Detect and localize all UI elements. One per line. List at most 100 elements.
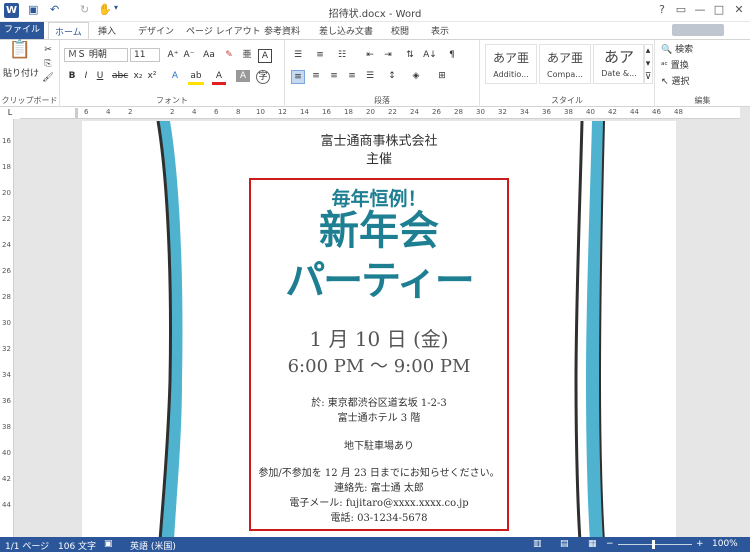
ruler-tick: 44 (2, 501, 11, 509)
left-margin-marker (75, 108, 78, 118)
close-button[interactable]: ✕ (729, 0, 749, 20)
zoom-level[interactable]: 100% (712, 539, 738, 549)
ruler-tick: 48 (674, 108, 683, 116)
tab-file[interactable]: ファイル (0, 22, 44, 39)
tab-mailings[interactable]: 差し込み文書 (319, 24, 373, 37)
ruler-tick: 18 (2, 163, 11, 171)
multilevel-list-icon[interactable]: ☷ (335, 49, 349, 61)
distributed-icon[interactable]: ☰ (363, 70, 377, 82)
text-direction-icon[interactable]: ⇅ (403, 49, 417, 61)
font-group-label: フォント (156, 96, 188, 105)
tab-design[interactable]: デザイン (138, 24, 174, 37)
ribbon-display-icon[interactable]: ▭ (672, 0, 690, 20)
zoom-in-icon[interactable]: + (696, 539, 704, 549)
ruler-tick: 8 (236, 108, 241, 116)
borders-icon[interactable]: ⊞ (435, 70, 449, 82)
style-date[interactable]: あア Date &... (593, 44, 645, 84)
character-shading-icon[interactable]: A (236, 70, 250, 82)
tab-selector-icon[interactable]: L (0, 107, 20, 119)
ruler-tick: 14 (300, 108, 309, 116)
justify-icon[interactable]: ≡ (345, 70, 359, 82)
language-indicator[interactable]: 英語 (米国) (130, 539, 176, 552)
contact-person: 連絡先: 富士通 太郎 (334, 483, 424, 494)
style-additional[interactable]: あア亜 Additio... (485, 44, 537, 84)
strikethrough-icon[interactable]: abc (112, 70, 128, 82)
ruler-tick: 18 (344, 108, 353, 116)
user-account[interactable] (672, 24, 724, 36)
zoom-slider[interactable] (618, 544, 692, 545)
replace-button[interactable]: ᵃᶜ 置換 (661, 60, 711, 72)
text-effects-icon[interactable]: A (168, 70, 182, 82)
find-icon: 🔍 (661, 45, 673, 55)
select-icon: ↖ (661, 77, 669, 87)
zoom-out-icon[interactable]: − (606, 539, 614, 549)
font-size-combo[interactable]: 11 (130, 48, 160, 62)
character-border-icon[interactable]: A (258, 49, 272, 63)
help-icon[interactable]: ? (653, 0, 671, 20)
tab-view[interactable]: 表示 (431, 24, 449, 37)
style-company[interactable]: あア亜 Compa... (539, 44, 591, 84)
document-area[interactable]: L 6 4 2 2 4 6 8 10 12 14 16 18 20 22 24 … (0, 107, 750, 537)
change-case-icon[interactable]: Aa (200, 49, 218, 61)
grow-font-icon[interactable]: A⁺ (166, 49, 180, 61)
read-mode-icon[interactable]: ▥ (533, 539, 542, 549)
bold-icon[interactable]: B (66, 70, 78, 82)
show-marks-icon[interactable]: ¶ (445, 49, 459, 61)
zoom-slider-thumb[interactable] (652, 540, 655, 549)
sort-icon[interactable]: A↓ (423, 49, 437, 61)
highlight-color-icon[interactable]: ab (188, 70, 204, 85)
tab-layout[interactable]: ページ レイアウト (186, 24, 261, 37)
bullets-icon[interactable]: ☰ (291, 49, 305, 61)
page-count[interactable]: 1/1 ページ (5, 539, 49, 552)
paste-button[interactable]: 貼り付け (2, 68, 40, 80)
italic-icon[interactable]: I (80, 70, 92, 82)
ruler-tick: 44 (630, 108, 639, 116)
numbering-icon[interactable]: ≡ (313, 49, 327, 61)
minimize-button[interactable]: — (691, 0, 709, 20)
print-layout-icon[interactable]: ▤ (560, 539, 569, 549)
underline-icon[interactable]: U (94, 70, 106, 82)
tab-review[interactable]: 校閲 (391, 24, 409, 37)
phonetic-guide-icon[interactable]: 亜 (240, 49, 254, 61)
ruler-tick: 22 (388, 108, 397, 116)
editing-group-label: 編集 (694, 96, 711, 105)
maximize-button[interactable]: □ (710, 0, 728, 20)
word-count[interactable]: 106 文字 (58, 539, 96, 552)
format-painter-icon[interactable]: 🖌 (42, 72, 54, 84)
font-name-combo[interactable]: ＭＳ 明朝 (64, 48, 128, 62)
align-center-icon[interactable]: ≡ (309, 70, 323, 82)
ruler-tick: 32 (2, 345, 11, 353)
find-button[interactable]: 🔍 検索 (661, 44, 711, 56)
subscript-icon[interactable]: x₂ (132, 70, 144, 82)
replace-icon: ᵃᶜ (661, 61, 668, 71)
venue-address: 於: 東京都渋谷区道玄坂 1-2-3 (311, 398, 447, 409)
paste-icon[interactable]: 📋 (6, 41, 34, 66)
ruler-tick: 2 (170, 108, 175, 116)
headline-new-year: 新年会 (319, 207, 439, 254)
vertical-ruler[interactable]: 16 18 20 22 24 26 28 30 32 34 36 38 40 4… (0, 119, 14, 537)
font-color-icon[interactable]: A (212, 70, 226, 85)
web-layout-icon[interactable]: ▦ (588, 539, 597, 549)
tab-insert[interactable]: 挿入 (98, 24, 116, 37)
tab-home[interactable]: ホーム (48, 22, 89, 40)
line-spacing-icon[interactable]: ↕ (385, 70, 399, 82)
align-left-icon[interactable]: ≡ (291, 70, 305, 84)
cut-icon[interactable]: ✂ (42, 44, 54, 56)
copy-icon[interactable]: ⎘ (42, 58, 54, 70)
styles-scroll-icon[interactable]: ▴ ▾ ⊽ (643, 44, 653, 84)
document-page[interactable]: 富士通商事株式会社 主催 毎年恒例！ 新年会 パーティー 1 月 10 日 (金… (82, 121, 676, 537)
proofing-icon[interactable]: ▣ (104, 539, 113, 549)
clear-formatting-icon[interactable]: ✎ (222, 49, 236, 61)
tab-references[interactable]: 参考資料 (264, 24, 300, 37)
shading-icon[interactable]: ◈ (409, 70, 423, 82)
horizontal-ruler[interactable]: 6 4 2 2 4 6 8 10 12 14 16 18 20 22 24 26… (20, 107, 740, 119)
align-right-icon[interactable]: ≡ (327, 70, 341, 82)
event-date: 1 月 10 日 (金) (309, 327, 449, 351)
enclose-characters-icon[interactable]: 字 (256, 70, 270, 84)
ruler-tick: 40 (2, 449, 11, 457)
select-button[interactable]: ↖ 選択 (661, 76, 711, 88)
superscript-icon[interactable]: x² (146, 70, 158, 82)
increase-indent-icon[interactable]: ⇥ (381, 49, 395, 61)
decrease-indent-icon[interactable]: ⇤ (363, 49, 377, 61)
shrink-font-icon[interactable]: A⁻ (182, 49, 196, 61)
